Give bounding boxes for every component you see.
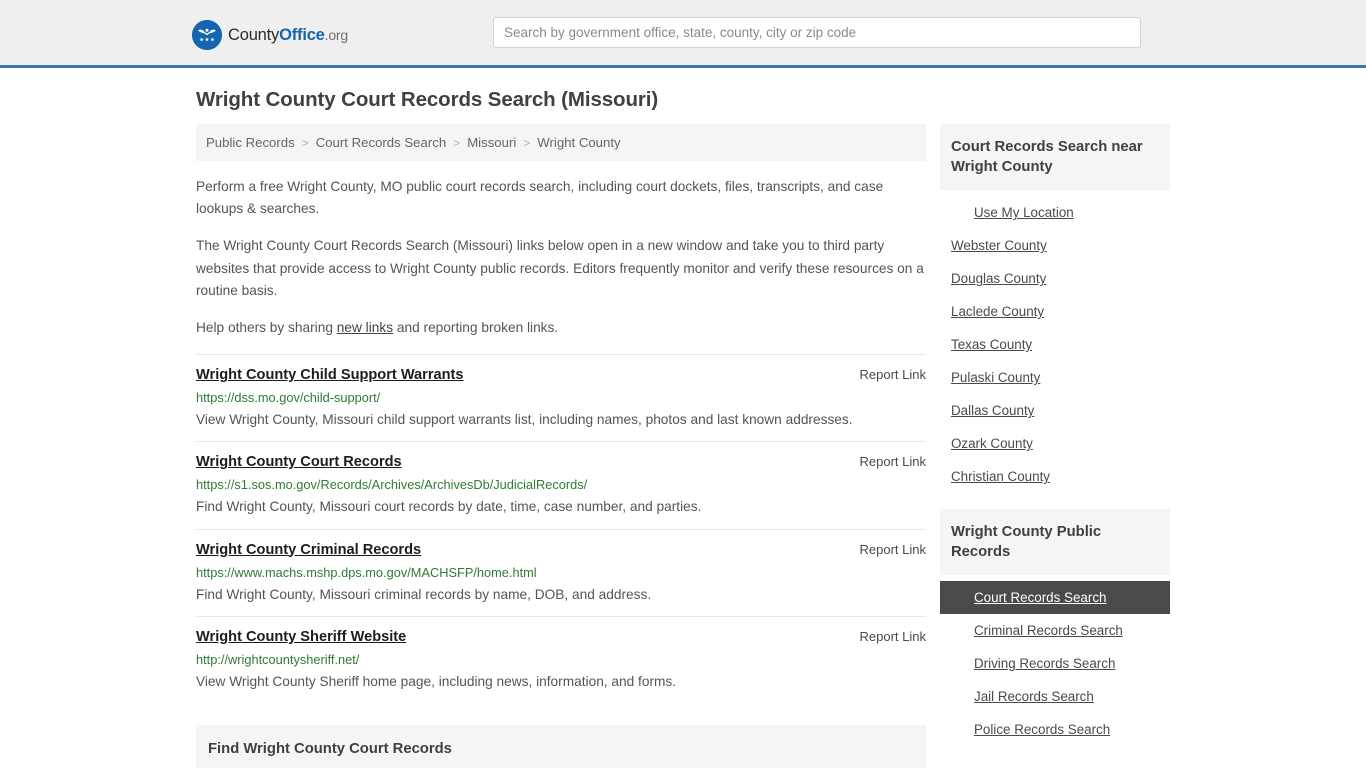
sidebar-item-webster-county[interactable]: Webster County (940, 229, 1170, 262)
result-description: Find Wright County, Missouri criminal re… (196, 586, 652, 602)
nearby-county-list: Use My Location Webster County Douglas C… (940, 196, 1170, 493)
new-links-link[interactable]: new links (337, 320, 393, 335)
intro-share-prefix: Help others by sharing (196, 319, 337, 335)
public-records-panel: Wright County Public Records Court Recor… (940, 509, 1170, 746)
public-records-list: Court Records Search Criminal Records Se… (940, 581, 1170, 746)
list-item: Laclede County (940, 295, 1170, 328)
result-item: Wright County Criminal Records Report Li… (196, 528, 926, 616)
intro-paragraph-3: Help others by sharing new links and rep… (196, 317, 926, 339)
page-container: Wright County Court Records Search (Miss… (0, 88, 1366, 768)
result-title-link[interactable]: Wright County Criminal Records (196, 542, 421, 558)
logo-text-office: Office (279, 25, 325, 44)
sidebar-item-ozark-county[interactable]: Ozark County (940, 427, 1170, 460)
result-header: Wright County Criminal Records Report Li… (196, 542, 926, 558)
list-item: Texas County (940, 328, 1170, 361)
breadcrumb-item-court-records-search[interactable]: Court Records Search (316, 135, 446, 150)
sidebar-item-pulaski-county[interactable]: Pulaski County (940, 361, 1170, 394)
nearby-search-panel: Court Records Search near Wright County … (940, 124, 1170, 493)
result-title-link[interactable]: Wright County Court Records (196, 454, 402, 470)
list-item: Jail Records Search (940, 680, 1170, 713)
intro-paragraph-2: The Wright County Court Records Search (… (196, 238, 924, 298)
search-input[interactable] (493, 17, 1141, 48)
intro-text: Perform a free Wright County, MO public … (196, 176, 926, 339)
content-columns: Public Records > Court Records Search > … (196, 124, 1174, 768)
sidebar: Court Records Search near Wright County … (940, 124, 1170, 762)
sidebar-item-jail-records-search[interactable]: Jail Records Search (940, 680, 1170, 713)
list-item: Douglas County (940, 262, 1170, 295)
result-item: Wright County Court Records Report Link … (196, 441, 926, 528)
public-records-heading: Wright County Public Records (940, 509, 1170, 576)
list-item: Christian County (940, 460, 1170, 493)
sidebar-item-christian-county[interactable]: Christian County (940, 460, 1170, 493)
page-title: Wright County Court Records Search (Miss… (196, 88, 659, 111)
sidebar-item-driving-records-search[interactable]: Driving Records Search (940, 647, 1170, 680)
result-description: View Wright County, Missouri child suppo… (196, 412, 853, 428)
report-link-button[interactable]: Report Link (860, 367, 926, 382)
main-column: Public Records > Court Records Search > … (196, 124, 926, 768)
list-item: Pulaski County (940, 361, 1170, 394)
result-header: Wright County Court Records Report Link (196, 454, 926, 470)
breadcrumb-separator: > (523, 135, 531, 150)
logo-wordmark: CountyOffice.org (228, 27, 348, 44)
result-title-link[interactable]: Wright County Sheriff Website (196, 629, 406, 645)
eagle-shield-icon (192, 20, 222, 50)
result-url[interactable]: https://www.machs.mshp.dps.mo.gov/MACHSF… (196, 565, 926, 580)
list-item: Driving Records Search (940, 647, 1170, 680)
intro-paragraph-1: Perform a free Wright County, MO public … (196, 179, 884, 217)
list-item: Use My Location (940, 196, 1170, 229)
report-link-button[interactable]: Report Link (860, 629, 926, 644)
intro-share-suffix: and reporting broken links. (393, 319, 559, 335)
result-url[interactable]: https://dss.mo.gov/child-support/ (196, 390, 926, 405)
result-item: Wright County Child Support Warrants Rep… (196, 354, 926, 441)
report-link-button[interactable]: Report Link (860, 454, 926, 469)
site-header: CountyOffice.org (0, 0, 1366, 68)
result-title-link[interactable]: Wright County Child Support Warrants (196, 367, 464, 383)
search-container (493, 17, 1141, 48)
result-url[interactable]: http://wrightcountysheriff.net/ (196, 652, 926, 667)
sidebar-item-douglas-county[interactable]: Douglas County (940, 262, 1170, 295)
report-link-button[interactable]: Report Link (860, 542, 926, 557)
breadcrumb-separator: > (453, 135, 461, 150)
find-records-title: Find Wright County Court Records (208, 740, 452, 757)
logo-text-county: County (228, 25, 280, 44)
result-item: Wright County Sheriff Website Report Lin… (196, 615, 926, 703)
sidebar-item-dallas-county[interactable]: Dallas County (940, 394, 1170, 427)
sidebar-item-criminal-records-search[interactable]: Criminal Records Search (940, 614, 1170, 647)
sidebar-item-police-records-search[interactable]: Police Records Search (940, 713, 1170, 746)
list-item: Webster County (940, 229, 1170, 262)
sidebar-item-court-records-search[interactable]: Court Records Search (940, 581, 1170, 615)
sidebar-item-texas-county[interactable]: Texas County (940, 328, 1170, 361)
list-item: Ozark County (940, 427, 1170, 460)
breadcrumb-item-wright-county: Wright County (537, 135, 621, 150)
breadcrumb: Public Records > Court Records Search > … (196, 124, 926, 161)
result-description: Find Wright County, Missouri court recor… (196, 499, 702, 515)
list-item: Criminal Records Search (940, 614, 1170, 647)
breadcrumb-separator: > (301, 135, 309, 150)
result-header: Wright County Sheriff Website Report Lin… (196, 629, 926, 645)
result-description: View Wright County Sheriff home page, in… (196, 673, 677, 689)
logo-text-org: .org (324, 26, 349, 43)
breadcrumb-item-public-records[interactable]: Public Records (206, 135, 295, 150)
use-my-location-link[interactable]: Use My Location (940, 196, 1170, 229)
sidebar-item-laclede-county[interactable]: Laclede County (940, 295, 1170, 328)
list-item: Court Records Search (940, 581, 1170, 615)
nearby-search-heading: Court Records Search near Wright County (940, 124, 1170, 191)
list-item: Police Records Search (940, 713, 1170, 746)
list-item: Dallas County (940, 394, 1170, 427)
find-records-section: Find Wright County Court Records (196, 724, 926, 768)
site-logo[interactable]: CountyOffice.org (192, 20, 348, 50)
result-header: Wright County Child Support Warrants Rep… (196, 367, 926, 383)
breadcrumb-item-missouri[interactable]: Missouri (467, 135, 516, 150)
result-url[interactable]: https://s1.sos.mo.gov/Records/Archives/A… (196, 477, 926, 492)
